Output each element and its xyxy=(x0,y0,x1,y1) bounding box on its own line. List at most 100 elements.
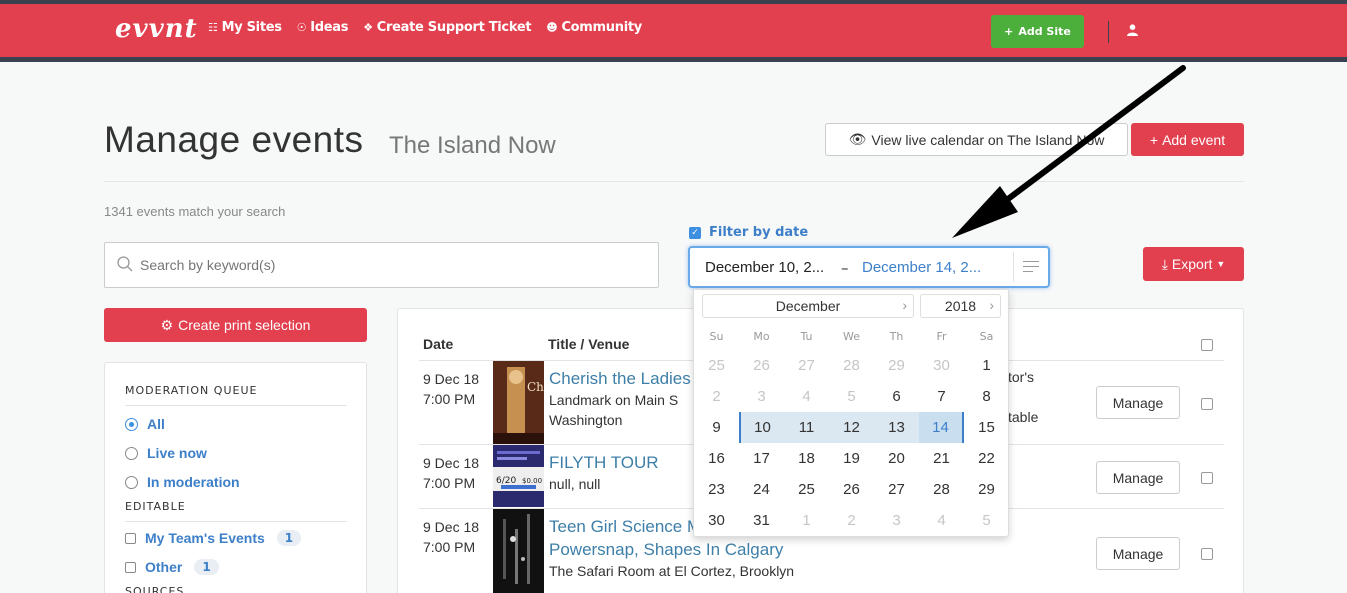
manage-button[interactable]: Manage xyxy=(1096,386,1180,419)
calendar-day[interactable]: 28 xyxy=(919,474,964,505)
calendar-day[interactable]: 3 xyxy=(874,505,919,536)
calendar-day[interactable]: 31 xyxy=(739,505,784,536)
calendar-day[interactable]: 11 xyxy=(784,412,829,443)
add-site-button[interactable]: + Add Site xyxy=(991,15,1084,48)
radio-in-moderation[interactable] xyxy=(125,475,138,489)
nav-create-support-ticket[interactable]: ❖ Create Support Ticket xyxy=(363,20,531,35)
weekday-header: Tu xyxy=(800,330,813,343)
event-title-link[interactable]: Cherish the Ladies xyxy=(549,367,691,390)
year-select[interactable]: 2018 › xyxy=(920,294,1001,318)
event-thumbnail[interactable]: Che xyxy=(493,361,544,444)
row-checkbox[interactable] xyxy=(1201,548,1213,560)
calendar-day[interactable]: 17 xyxy=(739,443,784,474)
chevron-right-icon[interactable]: › xyxy=(902,297,907,313)
moderation-all[interactable]: All xyxy=(125,416,165,432)
checkbox-other[interactable] xyxy=(125,561,136,573)
calendar-day[interactable]: 30 xyxy=(694,505,739,536)
moderation-live-now[interactable]: Live now xyxy=(125,445,207,461)
calendar-day[interactable]: 14 xyxy=(919,412,964,443)
calendar-day[interactable]: 18 xyxy=(784,443,829,474)
editable-other-label: Other xyxy=(145,559,183,575)
calendar-day[interactable]: 2 xyxy=(694,381,739,412)
calendar-day[interactable]: 26 xyxy=(829,474,874,505)
date-range-dash: – xyxy=(841,259,849,277)
calendar-day[interactable]: 19 xyxy=(829,443,874,474)
calendar-day[interactable]: 8 xyxy=(964,381,1009,412)
manage-button[interactable]: Manage xyxy=(1096,537,1180,570)
checkmark-icon[interactable]: ✓ xyxy=(689,226,701,239)
editable-other[interactable]: Other 1 xyxy=(125,559,219,575)
event-title-link[interactable]: FILYTH TOUR xyxy=(549,451,659,474)
manage-button[interactable]: Manage xyxy=(1096,461,1180,494)
calendar-day[interactable]: 4 xyxy=(919,505,964,536)
calendar-day[interactable]: 23 xyxy=(694,474,739,505)
export-button[interactable]: ⤓ Export ▼ xyxy=(1143,247,1244,281)
calendar-day[interactable]: 24 xyxy=(739,474,784,505)
calendar-day[interactable]: 28 xyxy=(829,350,874,381)
column-header-title-venue[interactable]: Title / Venue xyxy=(548,336,629,352)
nav-community[interactable]: ☻ Community xyxy=(546,20,642,35)
calendar-day[interactable]: 15 xyxy=(964,412,1009,443)
calendar-day[interactable]: 4 xyxy=(784,381,829,412)
event-thumbnail[interactable]: 6/20 $0.00 xyxy=(493,445,544,507)
nav-my-sites[interactable]: ☷ My Sites xyxy=(208,20,282,35)
create-print-selection-button[interactable]: ⚙ Create print selection xyxy=(104,308,367,342)
calendar-day[interactable]: 27 xyxy=(784,350,829,381)
user-icon[interactable] xyxy=(1127,24,1138,40)
nav-ideas[interactable]: ☉ Ideas xyxy=(297,20,349,35)
nav-support-label: Create Support Ticket xyxy=(376,20,532,35)
radio-all[interactable] xyxy=(125,417,138,431)
event-title-link[interactable]: Teen Girl Science M xyxy=(549,515,701,538)
date-range-picker[interactable]: December 10, 2... – December 14, 2... xyxy=(688,246,1050,288)
evvnt-logo[interactable]: evvnt xyxy=(115,14,198,44)
radio-live-now[interactable] xyxy=(125,446,138,460)
calendar-day[interactable]: 29 xyxy=(964,474,1009,505)
calendar-day[interactable]: 3 xyxy=(739,381,784,412)
editable-my-team[interactable]: My Team's Events 1 xyxy=(125,530,302,546)
row-checkbox[interactable] xyxy=(1201,398,1213,410)
calendar-day[interactable]: 26 xyxy=(739,350,784,381)
date-range-start[interactable]: December 10, 2... xyxy=(705,259,824,276)
search-box xyxy=(104,242,659,288)
calendar-day[interactable]: 13 xyxy=(874,412,919,443)
event-title-link-line2[interactable]: Powersnap, Shapes In Calgary xyxy=(549,538,783,561)
date-range-end[interactable]: December 14, 2... xyxy=(862,259,981,276)
calendar-day[interactable]: 22 xyxy=(964,443,1009,474)
calendar-day[interactable]: 29 xyxy=(874,350,919,381)
moderation-in-moderation[interactable]: In moderation xyxy=(125,474,240,490)
sources-heading: SOURCES xyxy=(125,585,185,593)
row-checkbox[interactable] xyxy=(1201,472,1213,484)
chevron-right-icon[interactable]: › xyxy=(989,297,994,313)
calendar-day[interactable]: 21 xyxy=(919,443,964,474)
filter-sidebar: MODERATION QUEUE All Live now In moderat… xyxy=(104,362,367,593)
calendar-day[interactable]: 30 xyxy=(919,350,964,381)
calendar-day[interactable]: 1 xyxy=(784,505,829,536)
calendar-day[interactable]: 27 xyxy=(874,474,919,505)
calendar-day[interactable]: 12 xyxy=(829,412,874,443)
calendar-day[interactable]: 5 xyxy=(829,381,874,412)
calendar-day[interactable]: 1 xyxy=(964,350,1009,381)
calendar-day[interactable]: 7 xyxy=(919,381,964,412)
add-site-label: Add Site xyxy=(1018,25,1071,38)
calendar-day[interactable]: 10 xyxy=(739,412,784,443)
calendar-day[interactable]: 5 xyxy=(964,505,1009,536)
calendar-day[interactable]: 9 xyxy=(694,412,739,443)
weekday-header: Sa xyxy=(979,330,994,343)
calendar-day[interactable]: 25 xyxy=(784,474,829,505)
weekday-header: We xyxy=(843,330,860,343)
search-input[interactable] xyxy=(140,243,650,287)
month-label: December xyxy=(775,298,841,314)
calendar-day[interactable]: 20 xyxy=(874,443,919,474)
moderation-live-now-label: Live now xyxy=(147,445,207,461)
month-select[interactable]: December › xyxy=(702,294,914,318)
calendar-day[interactable]: 6 xyxy=(874,381,919,412)
hamburger-icon[interactable] xyxy=(1023,261,1039,276)
checkbox-my-team[interactable] xyxy=(125,532,136,544)
event-thumbnail[interactable] xyxy=(493,509,544,593)
calendar-day[interactable]: 25 xyxy=(694,350,739,381)
calendar-day[interactable]: 16 xyxy=(694,443,739,474)
select-all-checkbox[interactable] xyxy=(1201,339,1213,351)
filter-by-date-toggle[interactable]: ✓ Filter by date xyxy=(689,225,808,240)
calendar-day[interactable]: 2 xyxy=(829,505,874,536)
column-header-date[interactable]: Date xyxy=(423,336,453,352)
